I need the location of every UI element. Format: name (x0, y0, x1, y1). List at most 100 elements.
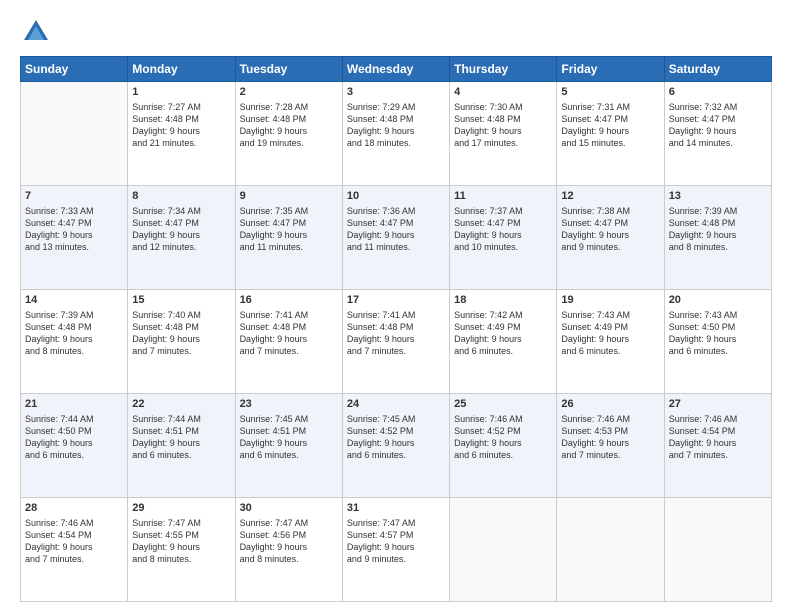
day-number: 18 (454, 293, 552, 308)
day-info: Sunrise: 7:40 AM Sunset: 4:48 PM Dayligh… (132, 309, 230, 358)
day-info: Sunrise: 7:36 AM Sunset: 4:47 PM Dayligh… (347, 205, 445, 254)
day-info: Sunrise: 7:33 AM Sunset: 4:47 PM Dayligh… (25, 205, 123, 254)
weekday-header: Monday (128, 57, 235, 82)
day-info: Sunrise: 7:46 AM Sunset: 4:54 PM Dayligh… (669, 413, 767, 462)
day-number: 9 (240, 189, 338, 204)
calendar-cell: 3Sunrise: 7:29 AM Sunset: 4:48 PM Daylig… (342, 82, 449, 186)
logo (20, 18, 50, 46)
day-number: 8 (132, 189, 230, 204)
calendar-cell: 10Sunrise: 7:36 AM Sunset: 4:47 PM Dayli… (342, 186, 449, 290)
weekday-header: Saturday (664, 57, 771, 82)
calendar-cell: 6Sunrise: 7:32 AM Sunset: 4:47 PM Daylig… (664, 82, 771, 186)
calendar-week-row: 21Sunrise: 7:44 AM Sunset: 4:50 PM Dayli… (21, 394, 772, 498)
calendar-cell: 20Sunrise: 7:43 AM Sunset: 4:50 PM Dayli… (664, 290, 771, 394)
day-info: Sunrise: 7:42 AM Sunset: 4:49 PM Dayligh… (454, 309, 552, 358)
calendar-cell: 27Sunrise: 7:46 AM Sunset: 4:54 PM Dayli… (664, 394, 771, 498)
calendar-cell: 13Sunrise: 7:39 AM Sunset: 4:48 PM Dayli… (664, 186, 771, 290)
weekday-header: Friday (557, 57, 664, 82)
day-info: Sunrise: 7:47 AM Sunset: 4:57 PM Dayligh… (347, 517, 445, 566)
day-info: Sunrise: 7:31 AM Sunset: 4:47 PM Dayligh… (561, 101, 659, 150)
calendar-cell: 30Sunrise: 7:47 AM Sunset: 4:56 PM Dayli… (235, 498, 342, 602)
day-info: Sunrise: 7:28 AM Sunset: 4:48 PM Dayligh… (240, 101, 338, 150)
calendar-header-row: SundayMondayTuesdayWednesdayThursdayFrid… (21, 57, 772, 82)
header (20, 18, 772, 46)
day-number: 22 (132, 397, 230, 412)
day-number: 7 (25, 189, 123, 204)
weekday-header: Wednesday (342, 57, 449, 82)
weekday-header: Thursday (450, 57, 557, 82)
calendar-cell: 24Sunrise: 7:45 AM Sunset: 4:52 PM Dayli… (342, 394, 449, 498)
day-info: Sunrise: 7:29 AM Sunset: 4:48 PM Dayligh… (347, 101, 445, 150)
weekday-header: Tuesday (235, 57, 342, 82)
day-number: 16 (240, 293, 338, 308)
day-info: Sunrise: 7:47 AM Sunset: 4:55 PM Dayligh… (132, 517, 230, 566)
calendar-cell: 26Sunrise: 7:46 AM Sunset: 4:53 PM Dayli… (557, 394, 664, 498)
calendar-week-row: 7Sunrise: 7:33 AM Sunset: 4:47 PM Daylig… (21, 186, 772, 290)
calendar-cell: 31Sunrise: 7:47 AM Sunset: 4:57 PM Dayli… (342, 498, 449, 602)
calendar-cell: 14Sunrise: 7:39 AM Sunset: 4:48 PM Dayli… (21, 290, 128, 394)
day-info: Sunrise: 7:39 AM Sunset: 4:48 PM Dayligh… (669, 205, 767, 254)
day-info: Sunrise: 7:44 AM Sunset: 4:51 PM Dayligh… (132, 413, 230, 462)
day-info: Sunrise: 7:47 AM Sunset: 4:56 PM Dayligh… (240, 517, 338, 566)
calendar-cell: 8Sunrise: 7:34 AM Sunset: 4:47 PM Daylig… (128, 186, 235, 290)
calendar-cell: 17Sunrise: 7:41 AM Sunset: 4:48 PM Dayli… (342, 290, 449, 394)
day-info: Sunrise: 7:46 AM Sunset: 4:54 PM Dayligh… (25, 517, 123, 566)
calendar-cell: 25Sunrise: 7:46 AM Sunset: 4:52 PM Dayli… (450, 394, 557, 498)
day-number: 2 (240, 85, 338, 100)
calendar-cell: 1Sunrise: 7:27 AM Sunset: 4:48 PM Daylig… (128, 82, 235, 186)
day-number: 20 (669, 293, 767, 308)
day-number: 17 (347, 293, 445, 308)
calendar-cell (557, 498, 664, 602)
day-info: Sunrise: 7:46 AM Sunset: 4:53 PM Dayligh… (561, 413, 659, 462)
calendar-cell: 2Sunrise: 7:28 AM Sunset: 4:48 PM Daylig… (235, 82, 342, 186)
day-info: Sunrise: 7:45 AM Sunset: 4:52 PM Dayligh… (347, 413, 445, 462)
calendar-cell: 12Sunrise: 7:38 AM Sunset: 4:47 PM Dayli… (557, 186, 664, 290)
day-info: Sunrise: 7:39 AM Sunset: 4:48 PM Dayligh… (25, 309, 123, 358)
day-number: 4 (454, 85, 552, 100)
calendar-week-row: 14Sunrise: 7:39 AM Sunset: 4:48 PM Dayli… (21, 290, 772, 394)
calendar-week-row: 1Sunrise: 7:27 AM Sunset: 4:48 PM Daylig… (21, 82, 772, 186)
day-number: 11 (454, 189, 552, 204)
day-info: Sunrise: 7:46 AM Sunset: 4:52 PM Dayligh… (454, 413, 552, 462)
weekday-header: Sunday (21, 57, 128, 82)
calendar-table: SundayMondayTuesdayWednesdayThursdayFrid… (20, 56, 772, 602)
day-number: 24 (347, 397, 445, 412)
logo-icon (22, 18, 50, 46)
day-info: Sunrise: 7:32 AM Sunset: 4:47 PM Dayligh… (669, 101, 767, 150)
calendar-cell: 7Sunrise: 7:33 AM Sunset: 4:47 PM Daylig… (21, 186, 128, 290)
day-info: Sunrise: 7:43 AM Sunset: 4:50 PM Dayligh… (669, 309, 767, 358)
day-number: 12 (561, 189, 659, 204)
day-number: 19 (561, 293, 659, 308)
day-info: Sunrise: 7:27 AM Sunset: 4:48 PM Dayligh… (132, 101, 230, 150)
day-number: 14 (25, 293, 123, 308)
day-number: 15 (132, 293, 230, 308)
day-info: Sunrise: 7:43 AM Sunset: 4:49 PM Dayligh… (561, 309, 659, 358)
calendar-cell: 28Sunrise: 7:46 AM Sunset: 4:54 PM Dayli… (21, 498, 128, 602)
day-number: 3 (347, 85, 445, 100)
calendar-cell: 11Sunrise: 7:37 AM Sunset: 4:47 PM Dayli… (450, 186, 557, 290)
calendar-cell: 22Sunrise: 7:44 AM Sunset: 4:51 PM Dayli… (128, 394, 235, 498)
calendar-cell: 5Sunrise: 7:31 AM Sunset: 4:47 PM Daylig… (557, 82, 664, 186)
calendar-cell: 21Sunrise: 7:44 AM Sunset: 4:50 PM Dayli… (21, 394, 128, 498)
calendar-cell: 9Sunrise: 7:35 AM Sunset: 4:47 PM Daylig… (235, 186, 342, 290)
day-info: Sunrise: 7:38 AM Sunset: 4:47 PM Dayligh… (561, 205, 659, 254)
day-number: 13 (669, 189, 767, 204)
day-number: 27 (669, 397, 767, 412)
day-info: Sunrise: 7:41 AM Sunset: 4:48 PM Dayligh… (347, 309, 445, 358)
day-number: 29 (132, 501, 230, 516)
page: SundayMondayTuesdayWednesdayThursdayFrid… (0, 0, 792, 612)
calendar-cell: 16Sunrise: 7:41 AM Sunset: 4:48 PM Dayli… (235, 290, 342, 394)
calendar-cell: 4Sunrise: 7:30 AM Sunset: 4:48 PM Daylig… (450, 82, 557, 186)
calendar-cell (21, 82, 128, 186)
day-info: Sunrise: 7:37 AM Sunset: 4:47 PM Dayligh… (454, 205, 552, 254)
calendar-cell: 29Sunrise: 7:47 AM Sunset: 4:55 PM Dayli… (128, 498, 235, 602)
day-number: 23 (240, 397, 338, 412)
day-number: 28 (25, 501, 123, 516)
day-number: 31 (347, 501, 445, 516)
day-number: 26 (561, 397, 659, 412)
day-number: 30 (240, 501, 338, 516)
calendar-cell: 23Sunrise: 7:45 AM Sunset: 4:51 PM Dayli… (235, 394, 342, 498)
day-info: Sunrise: 7:45 AM Sunset: 4:51 PM Dayligh… (240, 413, 338, 462)
day-number: 21 (25, 397, 123, 412)
day-info: Sunrise: 7:35 AM Sunset: 4:47 PM Dayligh… (240, 205, 338, 254)
